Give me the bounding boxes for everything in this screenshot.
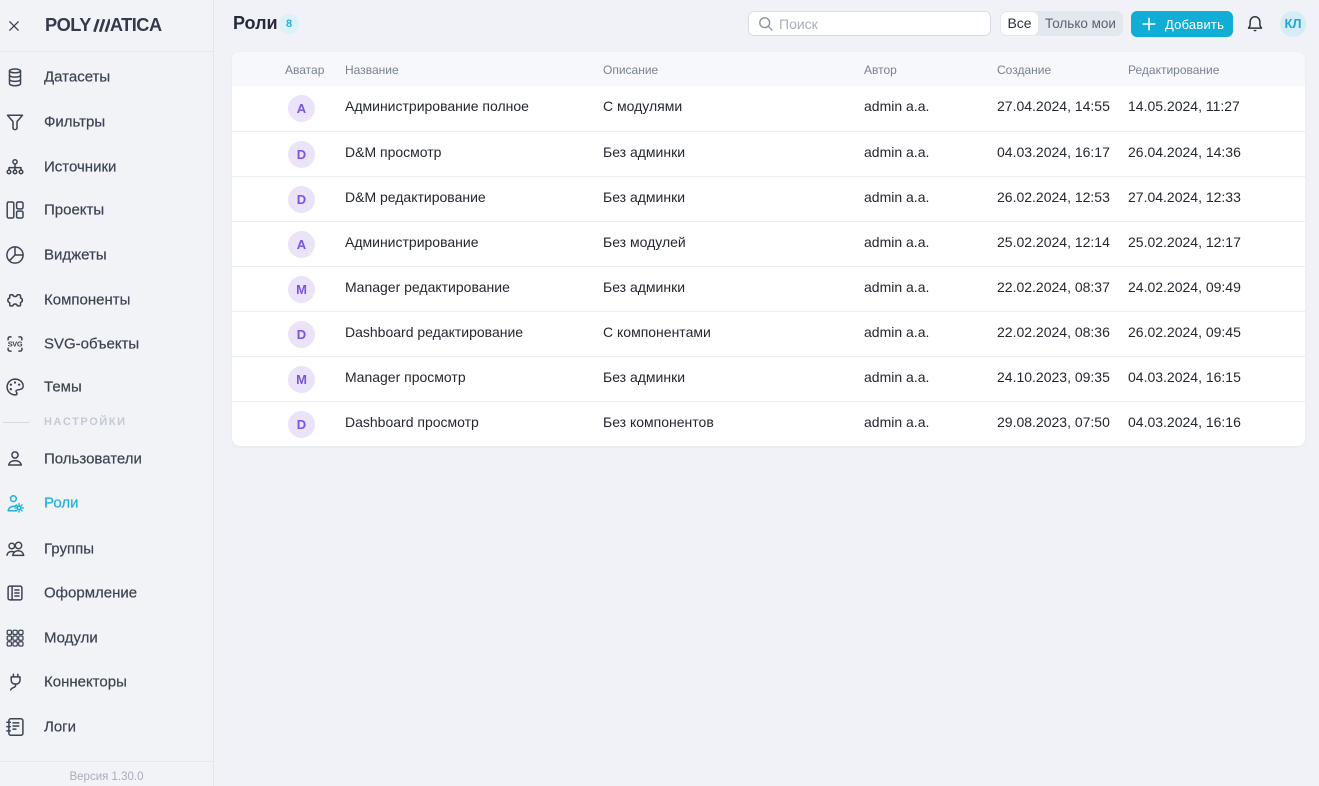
svg-text:SVG: SVG <box>8 339 23 348</box>
